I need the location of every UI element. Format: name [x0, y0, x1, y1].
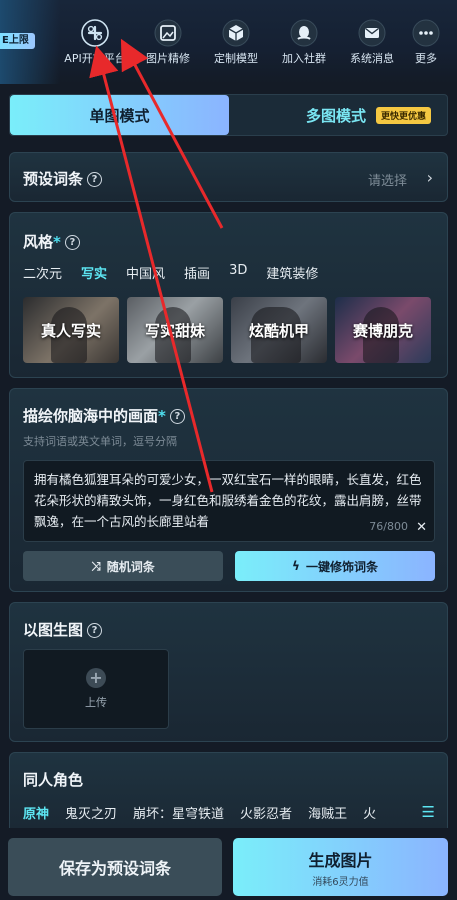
promo-badge[interactable]: E上限 — [0, 33, 35, 49]
style-cards: 真人写实 写实甜妹 炫酷机甲 赛博朋克 — [23, 297, 431, 363]
chevron-right-icon: › — [426, 168, 433, 187]
style-card-realistic-sweet[interactable]: 写实甜妹 — [127, 297, 223, 363]
preset-panel[interactable]: 预设词条? 请选择 › — [9, 152, 448, 202]
fan-tabs: 原神 鬼灭之刃 崩坏：星穹铁道 火影忍者 海贼王 火 — [23, 803, 413, 822]
fan-tab[interactable]: 火影忍者 — [240, 803, 292, 822]
nav-join-community[interactable]: 加入社群 — [270, 18, 338, 66]
lightning-icon: ϟ — [292, 559, 300, 573]
random-prompt-button[interactable]: ⤨ 随机词条 — [23, 551, 223, 581]
style-card-label: 炫酷机甲 — [248, 321, 309, 340]
upload-button[interactable]: + 上传 — [23, 649, 169, 729]
style-card-cyberpunk[interactable]: 赛博朋克 — [335, 297, 431, 363]
clear-icon[interactable]: ✕ — [416, 517, 427, 538]
save-preset-button[interactable]: 保存为预设词条 — [8, 838, 222, 896]
fan-tab[interactable]: 火 — [363, 803, 376, 822]
nav-label: 加入社群 — [282, 52, 326, 65]
top-bar: E上限 API开放平台 图片精修 定制模型 加入社群 系统消息 更多 — [0, 0, 457, 84]
nav-custom-model[interactable]: 定制模型 — [202, 18, 270, 66]
cube-icon — [221, 18, 251, 48]
prompt-char-count: 76/800 — [369, 520, 408, 533]
style-card-real-person[interactable]: 真人写实 — [23, 297, 119, 363]
help-icon[interactable]: ? — [169, 409, 185, 424]
style-tab[interactable]: 二次元 — [23, 263, 62, 282]
prompt-text: 拥有橘色狐狸耳朵的可爱少女，一双红宝石一样的眼睛，长直发，红色花朵形状的精致头饰… — [34, 472, 422, 529]
bottom-bar: 保存为预设词条 生成图片 消耗6灵力值 — [0, 828, 457, 900]
nav-label: 图片精修 — [146, 52, 190, 65]
preset-select[interactable]: 请选择 — [368, 170, 407, 189]
style-tab[interactable]: 插画 — [184, 263, 210, 282]
api-icon — [80, 18, 110, 48]
generate-cost: 消耗6灵力值 — [312, 876, 369, 888]
img2img-title: 以图生图? — [23, 619, 103, 640]
prompt-textarea[interactable]: 拥有橘色狐狸耳朵的可爱少女，一双红宝石一样的眼睛，长直发，红色花朵形状的精致头饰… — [23, 460, 435, 542]
style-card-label: 真人写实 — [40, 321, 101, 340]
nav-label: 定制模型 — [214, 52, 258, 65]
nav-label: 更多 — [415, 52, 437, 65]
fan-tab[interactable]: 崩坏：星穹铁道 — [133, 803, 224, 822]
community-icon — [289, 18, 319, 48]
describe-subtitle: 支持词语或英文单词，逗号分隔 — [23, 435, 177, 448]
style-title: 风格*? — [23, 231, 80, 252]
generate-image-button[interactable]: 生成图片 消耗6灵力值 — [233, 838, 448, 896]
menu-icon[interactable]: ☰ — [422, 803, 435, 821]
describe-title: 描绘你脑海中的画面*? — [23, 405, 185, 426]
plus-icon: + — [86, 668, 106, 688]
shuffle-icon: ⤨ — [91, 558, 101, 573]
style-tab[interactable]: 建筑装修 — [266, 263, 318, 282]
top-nav: API开放平台 图片精修 定制模型 加入社群 系统消息 更多 — [56, 18, 446, 66]
polish-prompt-button[interactable]: ϟ 一键修饰词条 — [235, 551, 435, 581]
random-prompt-label: 随机词条 — [106, 559, 155, 574]
style-card-label: 赛博朋克 — [352, 321, 413, 340]
style-panel: 风格*? 二次元 写实 中国风 插画 3D 建筑装修 真人写实 写实甜妹 炫酷机… — [9, 212, 448, 378]
preset-title: 预设词条? — [23, 168, 103, 189]
more-icon — [411, 18, 441, 48]
fan-tab-active[interactable]: 原神 — [23, 803, 49, 822]
nav-label: 系统消息 — [350, 52, 394, 65]
help-icon[interactable]: ? — [87, 172, 103, 187]
nav-system-messages[interactable]: 系统消息 — [338, 18, 406, 66]
style-card-label: 写实甜妹 — [144, 321, 205, 340]
img2img-panel: 以图生图? + 上传 — [9, 602, 448, 742]
fan-title: 同人角色 — [23, 771, 84, 789]
generate-label: 生成图片 — [308, 850, 373, 870]
style-tab[interactable]: 中国风 — [126, 263, 165, 282]
tab-single-image-mode[interactable]: 单图模式 — [10, 95, 229, 135]
fan-tab[interactable]: 海贼王 — [308, 803, 347, 822]
multi-mode-badge: 更快更优惠 — [376, 106, 432, 124]
describe-panel: 描绘你脑海中的画面*? 支持词语或英文单词，逗号分隔 拥有橘色狐狸耳朵的可爱少女… — [9, 388, 448, 592]
style-card-mecha[interactable]: 炫酷机甲 — [231, 297, 327, 363]
multi-mode-label: 多图模式 — [306, 106, 367, 125]
mail-icon — [357, 18, 387, 48]
tab-multi-image-mode[interactable]: 多图模式 更快更优惠 — [306, 95, 432, 135]
style-tabs: 二次元 写实 中国风 插画 3D 建筑装修 — [23, 263, 318, 282]
fan-tab[interactable]: 鬼灭之刃 — [65, 803, 117, 822]
nav-label: API开放平台 — [64, 52, 126, 65]
nav-image-refine[interactable]: 图片精修 — [134, 18, 202, 66]
nav-api-platform[interactable]: API开放平台 — [56, 18, 134, 66]
polish-prompt-label: 一键修饰词条 — [305, 559, 378, 574]
mode-tabs: 单图模式 多图模式 更快更优惠 — [9, 94, 448, 136]
upload-label: 上传 — [85, 696, 107, 709]
nav-more[interactable]: 更多 — [406, 18, 446, 66]
style-tab[interactable]: 3D — [229, 263, 247, 282]
help-icon[interactable]: ? — [87, 623, 103, 638]
style-tab-active[interactable]: 写实 — [81, 263, 107, 282]
image-refine-icon — [153, 18, 183, 48]
help-icon[interactable]: ? — [64, 235, 80, 250]
